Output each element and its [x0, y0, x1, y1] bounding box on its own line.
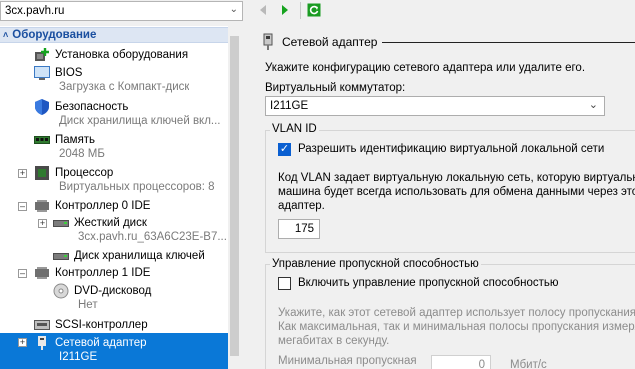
tree-item-sub: Загрузка с Компакт-диск [59, 81, 190, 93]
refresh-icon[interactable] [306, 2, 322, 18]
tree-item-key-storage[interactable]: Диск хранилища ключей [53, 247, 239, 264]
hardware-tree: ˄ Оборудование Установка оборудования BI… [0, 26, 240, 369]
tree-item-dvd[interactable]: DVD-дисковод [53, 282, 239, 299]
tree-item-sub: Виртуальных процессоров: 8 [59, 181, 215, 193]
tree-item-label: Контроллер 0 IDE [55, 199, 151, 212]
vlan-enable-checkbox[interactable]: ✓ [278, 143, 291, 156]
collapse-icon[interactable]: – [18, 202, 27, 211]
tree-item-label: BIOS [55, 66, 83, 79]
tree-item-sub: 3cx.pavh.ru_63A6C23E-B7... [78, 231, 226, 243]
switch-value: I211GE [270, 100, 309, 112]
back-arrow-icon[interactable] [255, 2, 271, 18]
ide-controller-icon [34, 265, 50, 281]
tree-item-sub: I211GE [59, 351, 98, 363]
tree-item-label: Контроллер 1 IDE [55, 266, 151, 279]
switch-label: Виртуальный коммутатор: [265, 82, 406, 94]
bandwidth-description: Укажите, как этот сетевой адаптер исполь… [278, 307, 635, 319]
tree-scrollbar[interactable] [228, 26, 241, 369]
toolbar: 3cx.pavh.ru ⌄ [0, 0, 635, 22]
intro-text: Укажите конфигурацию сетевого адаптера и… [265, 62, 586, 74]
virtual-switch-select[interactable]: I211GE ⌄ [265, 96, 605, 116]
tree-item-label: Установка оборудования [55, 48, 189, 61]
tree-item-add-hardware[interactable]: Установка оборудования [34, 46, 239, 63]
tree-item-network-adapter[interactable]: + Сетевой адаптер I211GE [0, 333, 228, 369]
tree-item-sub: Нет [78, 299, 98, 311]
vlan-description: машина будет всегда использовать для обм… [278, 186, 635, 198]
tree-header-label: Оборудование [12, 29, 97, 41]
collapse-icon[interactable]: – [18, 269, 27, 278]
dvd-icon [53, 283, 69, 299]
expand-icon[interactable]: + [38, 219, 47, 228]
toolbar-separator [300, 2, 301, 19]
tree-header[interactable]: ˄ Оборудование [0, 27, 228, 43]
tree-item-memory[interactable]: Память [34, 131, 239, 148]
vlan-description: адаптер. [278, 200, 325, 212]
tree-item-label: Жесткий диск [74, 216, 147, 229]
vlan-checkbox-label[interactable]: Разрешить идентификацию виртуальной лока… [298, 143, 604, 155]
tree-item-bios[interactable]: BIOS [34, 64, 239, 81]
tree-item-processor[interactable]: Процессор [34, 164, 239, 181]
title-rule [382, 42, 635, 43]
ide-controller-icon [34, 198, 50, 214]
bandwidth-enable-checkbox[interactable] [278, 277, 291, 290]
tree-item-ide0[interactable]: Контроллер 0 IDE [34, 197, 239, 214]
scrollbar-thumb[interactable] [230, 36, 239, 356]
network-adapter-icon [262, 33, 274, 54]
tree-item-hard-disk[interactable]: Жесткий диск [53, 214, 239, 231]
vm-selector[interactable]: 3cx.pavh.ru ⌄ [0, 1, 243, 21]
tree-item-label: Сетевой адаптер [55, 336, 147, 349]
bandwidth-group-title: Управление пропускной способностью [270, 258, 481, 270]
tree-item-label: Диск хранилища ключей [74, 249, 205, 262]
vm-name: 3cx.pavh.ru [5, 5, 65, 17]
tree-item-scsi[interactable]: SCSI-контроллер [34, 316, 239, 333]
disk-icon [53, 248, 69, 264]
vlan-id-input[interactable]: 175 [278, 219, 320, 239]
bandwidth-description: мегабитах в секунду. [278, 335, 390, 347]
chevron-down-icon: ⌄ [588, 99, 598, 111]
bandwidth-description: Как максимальная, так и минимальная поло… [278, 321, 635, 333]
bios-icon [34, 65, 50, 81]
hard-disk-icon [53, 215, 69, 231]
memory-icon [34, 132, 50, 148]
tree-item-label: Безопасность [55, 100, 129, 113]
tree-item-label: SCSI-контроллер [55, 318, 148, 331]
bandwidth-checkbox-label[interactable]: Включить управление пропускной способнос… [298, 277, 559, 289]
vlan-id-value: 175 [294, 223, 314, 235]
add-hardware-icon [34, 47, 50, 63]
tree-item-sub: Диск хранилища ключей вкл... [59, 115, 221, 127]
scsi-icon [34, 317, 50, 333]
min-bandwidth-value: 0 [478, 359, 485, 369]
panel-title: Сетевой адаптер [282, 35, 378, 49]
chevron-down-icon: ⌄ [229, 4, 238, 15]
bandwidth-unit: Мбит/с [510, 359, 547, 369]
tree-item-security[interactable]: Безопасность [34, 98, 239, 115]
min-bandwidth-label: Минимальная пропускная [278, 355, 417, 367]
tree-item-label: DVD-дисковод [74, 284, 152, 297]
expand-icon[interactable]: + [18, 169, 27, 178]
tree-item-label: Процессор [55, 166, 114, 179]
min-bandwidth-input[interactable]: 0 [431, 355, 491, 369]
vlan-group-title: VLAN ID [270, 123, 319, 135]
settings-panel: Сетевой адаптер Укажите конфигурацию сет… [244, 26, 635, 369]
network-adapter-icon [34, 335, 50, 351]
shield-icon [34, 98, 50, 115]
tree-item-sub: 2048 МБ [59, 148, 105, 160]
expand-icon[interactable]: + [18, 338, 27, 347]
forward-arrow-icon[interactable] [277, 2, 293, 18]
processor-icon [34, 165, 50, 181]
tree-item-ide1[interactable]: Контроллер 1 IDE [34, 264, 239, 281]
vlan-description: Код VLAN задает виртуальную локальную се… [278, 172, 635, 184]
collapse-icon[interactable]: ˄ [3, 30, 8, 40]
tree-item-label: Память [55, 133, 96, 146]
